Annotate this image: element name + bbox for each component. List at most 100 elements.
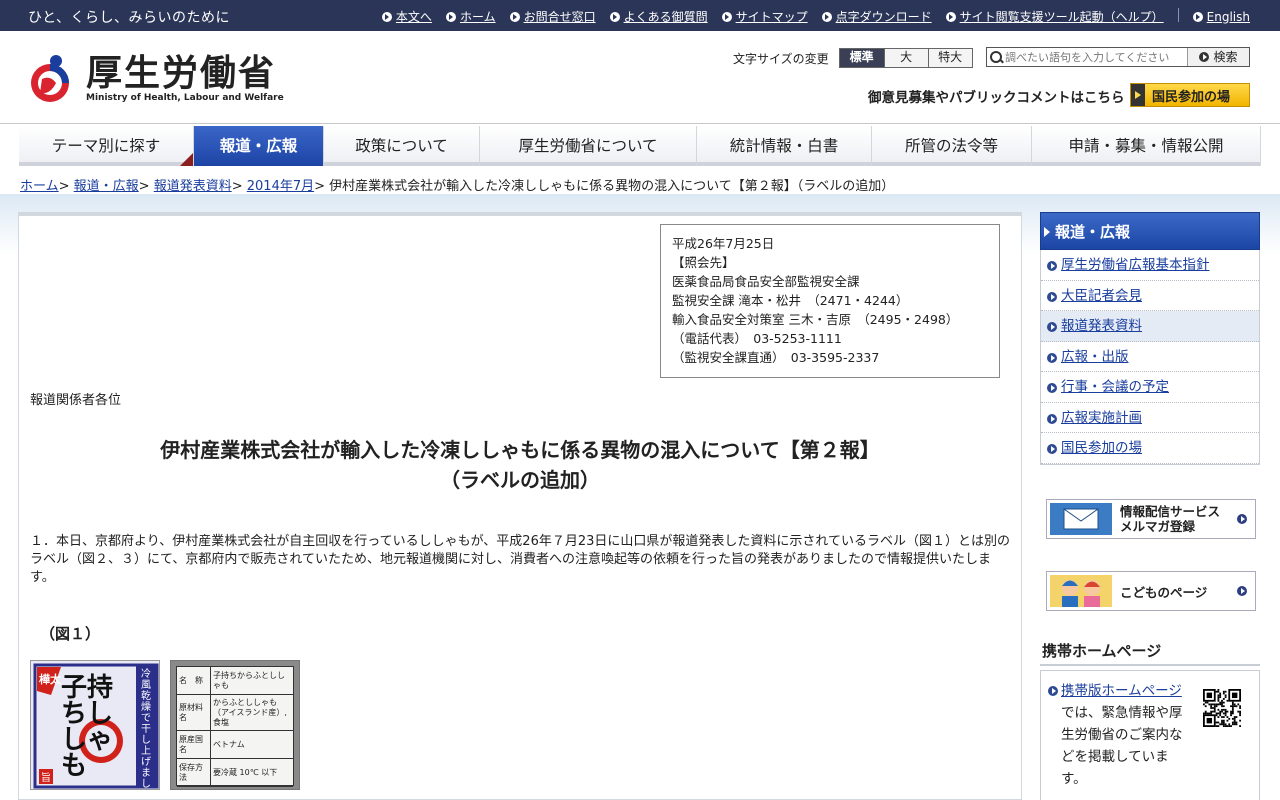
search-button-label: 検索 — [1213, 50, 1238, 64]
nav-item-apply[interactable]: 申請・募集・情報公開 — [1032, 126, 1261, 166]
mobile-site-box: 携帯版ホームページでは、緊急情報や厚生労働省のご案内などを掲載しています。 — [1040, 670, 1260, 800]
nav-item-label: 申請・募集・情報公開 — [1068, 137, 1224, 155]
figure-1-caption: （図１） — [40, 625, 101, 643]
mobile-site-link[interactable]: 携帯版ホームページ — [1061, 683, 1182, 699]
utility-link-7[interactable]: English — [1192, 8, 1250, 25]
mobile-site-text: では、緊急情報や厚生労働省のご案内などを掲載しています。 — [1061, 705, 1183, 787]
ingredient-key: 保存方法 — [177, 759, 211, 786]
nav-item-label: 厚生労働省について — [518, 137, 658, 155]
site-logo[interactable]: 厚生労働省 Ministry of Health, Labour and Wel… — [28, 53, 284, 105]
ingredient-row: 名 称子持ちからふとししゃも — [177, 667, 293, 695]
mail-banner-line2: メルマガ登録 — [1120, 519, 1196, 534]
arrow-circle-icon — [1192, 11, 1203, 22]
ingredient-key: 原産国名 — [177, 731, 211, 758]
nav-item-label: テーマ別に探す — [51, 137, 161, 155]
breadcrumb-home[interactable]: ホーム — [20, 179, 59, 194]
breadcrumb: ホーム> 報道・広報> 報道発表資料> 2014年7月> 伊村産業株式会社が輸入… — [20, 179, 895, 194]
search-box: 検索 — [986, 47, 1250, 67]
breadcrumb-month[interactable]: 2014年7月 — [247, 179, 314, 194]
nav-item-label: 所管の法令等 — [904, 137, 998, 155]
qr-code-icon — [1203, 689, 1241, 727]
sidebar-item-5[interactable]: 広報実施計画 — [1041, 403, 1259, 433]
sidebar-menu: 厚生労働省広報基本指針 大臣記者会見 報道発表資料広報・出版行事・会議の予定 広報実施… — [1040, 250, 1260, 465]
arrow-circle-icon — [821, 11, 832, 22]
nav-item-theme[interactable]: テーマ別に探す — [19, 126, 194, 166]
mobile-site-heading: 携帯ホームページ — [1042, 642, 1162, 660]
font-size-switcher: 文字サイズの変更 標準 大 特大 — [733, 48, 973, 68]
public-comment-text: 御意見募集やパブリックコメントはこちら — [868, 90, 1125, 106]
utility-link-label: お問合せ窓口 — [523, 10, 596, 24]
search-icon — [987, 48, 1005, 66]
arrow-circle-icon — [381, 11, 392, 22]
arrow-circle-icon — [1048, 686, 1058, 696]
kids-banner-label: こどものページ — [1120, 584, 1208, 600]
package-main-text: 子持ちししゃも — [61, 673, 114, 781]
utility-links: 本文へ ホーム お問合せ窓口 よくある御質問 サイトマップ 点字ダウンロード サイト閲覧支援… — [368, 8, 1250, 25]
sidebar-item-2[interactable]: 報道発表資料 — [1041, 311, 1259, 342]
utility-link-1[interactable]: ホーム — [445, 8, 496, 25]
kokumin-sanka-label: 国民参加の場 — [1152, 89, 1231, 105]
arrow-circle-icon — [1047, 322, 1057, 332]
arrow-circle-icon — [1047, 413, 1057, 424]
utility-link-5[interactable]: 点字ダウンロード — [821, 8, 932, 25]
home-icon — [445, 11, 456, 22]
sidebar-item-label: 広報実施計画 — [1061, 409, 1142, 426]
sidebar-item-6[interactable]: 国民参加の場 — [1041, 433, 1259, 464]
nav-item-policy[interactable]: 政策について — [324, 126, 480, 166]
nav-item-law[interactable]: 所管の法令等 — [872, 126, 1032, 166]
mail-magazine-banner[interactable]: 情報配信サービス メルマガ登録 — [1046, 499, 1256, 539]
logo-japanese-name: 厚生労働省 — [86, 52, 277, 94]
arrow-right-icon — [1044, 227, 1050, 237]
sidebar-item-0[interactable]: 厚生労働省広報基本指針 — [1041, 250, 1259, 281]
utility-link-label: ホーム — [459, 10, 496, 24]
kids-page-banner[interactable]: こどものページ — [1046, 571, 1256, 611]
arrow-circle-icon — [1047, 261, 1057, 271]
utility-link-6[interactable]: サイト閲覧支援ツール起動（ヘルプ） — [945, 8, 1164, 25]
arrow-circle-icon — [609, 11, 620, 22]
sidebar-item-3[interactable]: 広報・出版 — [1041, 342, 1259, 372]
logo-english-name: Ministry of Health, Labour and Welfare — [86, 93, 284, 103]
font-size-standard-button[interactable]: 標準 — [839, 49, 884, 67]
breadcrumb-press[interactable]: 報道・広報 — [74, 179, 139, 194]
utility-link-label: 本文へ — [395, 10, 432, 24]
package-corner-text: 旨 — [39, 769, 53, 784]
kokumin-sanka-button[interactable]: 国民参加の場 — [1130, 83, 1250, 107]
arrow-circle-icon — [1047, 444, 1057, 454]
utility-link-0[interactable]: 本文へ — [381, 8, 432, 25]
utility-link-4[interactable]: サイトマップ — [721, 8, 808, 25]
arrow-circle-icon — [1237, 586, 1247, 596]
utility-link-label: English — [1206, 9, 1250, 24]
utility-link-2[interactable]: お問合せ窓口 — [509, 8, 596, 25]
sidebar-heading[interactable]: 報道・広報 — [1040, 212, 1260, 250]
arrow-right-icon — [1131, 84, 1145, 106]
sidebar-item-4[interactable]: 行事・会議の予定 — [1041, 372, 1259, 403]
ingredient-value: ベトナム — [213, 739, 245, 749]
nav-item-about[interactable]: 厚生労働省について — [480, 126, 697, 166]
ingredient-value: からふとししゃも（アイスランド産）,食塩 — [213, 697, 287, 727]
divider — [1177, 8, 1179, 22]
font-size-large-button[interactable]: 大 — [883, 49, 928, 67]
ingredient-value: 要冷蔵 10℃ 以下 — [213, 767, 278, 777]
search-button[interactable]: 検索 — [1187, 48, 1249, 66]
nav-item-press[interactable]: 報道・広報 — [194, 126, 324, 166]
search-input[interactable] — [1005, 49, 1187, 65]
site-header: 厚生労働省 Ministry of Health, Labour and Wel… — [0, 31, 1280, 123]
ingredient-value: 子持ちからふとししゃも — [213, 670, 285, 690]
addressee: 報道関係者各位 — [30, 393, 122, 408]
arrow-circle-icon — [1237, 514, 1247, 524]
sidebar-item-1[interactable]: 大臣記者会見 — [1041, 281, 1259, 311]
page-title: 伊村産業株式会社が輸入した冷凍ししゃもに係る異物の混入について【第２報】 （ラベ… — [30, 435, 1010, 495]
utility-link-3[interactable]: よくある御質問 — [609, 8, 708, 25]
breadcrumb-press-releases[interactable]: 報道発表資料 — [154, 179, 232, 194]
font-size-xlarge-button[interactable]: 特大 — [927, 49, 972, 67]
arrow-circle-icon — [1199, 52, 1210, 62]
sidebar-item-label: 国民参加の場 — [1061, 440, 1142, 456]
ingredient-label-card: 名 称子持ちからふとししゃも 原材料名 からふとししゃも（アイスランド産）,食塩 原産… — [176, 666, 294, 787]
sidebar-item-label: 広報・出版 — [1061, 348, 1129, 365]
nav-item-stats[interactable]: 統計情報・白書 — [697, 126, 872, 166]
contact-info-box: 平成26年7月25日 【照会先】 医薬食品局食品安全部監視安全課 監視安全課 滝… — [660, 224, 1000, 378]
nav-item-label: 報道・広報 — [219, 137, 298, 155]
nav-item-label: 政策について — [355, 137, 448, 155]
sidebar-item-label: 行事・会議の予定 — [1061, 379, 1169, 395]
ingredient-row: 保存方法 要冷蔵 10℃ 以下 — [177, 759, 293, 787]
